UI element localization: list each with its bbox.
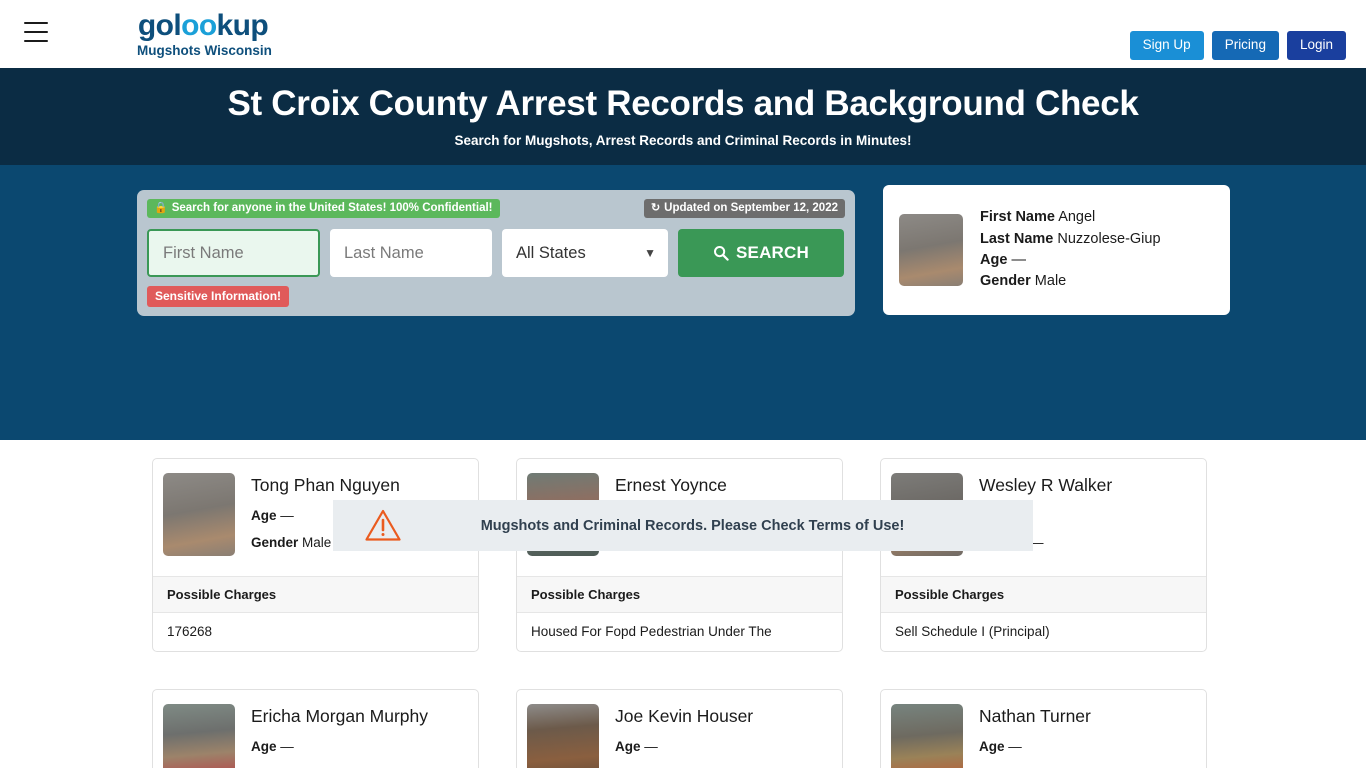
age-value: — [1008, 739, 1022, 755]
featured-last-name-value: Nuzzolese-Giup [1057, 230, 1161, 247]
featured-last-name-row: Last Name Nuzzolese-Giup [980, 229, 1161, 250]
logo-text-pre: gol [137, 9, 182, 42]
person-age: Age — [251, 739, 428, 754]
result-card-header: Nathan Turner Age — Gender Male [881, 690, 1206, 768]
possible-charges-header: Possible Charges [153, 576, 478, 614]
hero-search-band: 🔒 Search for anyone in the United States… [0, 165, 1366, 551]
hamburger-line [24, 40, 48, 42]
possible-charges-header: Possible Charges [881, 576, 1206, 614]
page-title: St Croix County Arrest Records and Backg… [227, 84, 1139, 124]
featured-age-label: Age [980, 252, 1008, 268]
result-card[interactable]: Joe Kevin Houser Age — Gender — Possible… [516, 689, 843, 768]
result-card[interactable]: Nathan Turner Age — Gender Male Possible… [880, 689, 1207, 768]
featured-last-name-label: Last Name [980, 230, 1054, 247]
mugshot-image [163, 473, 235, 556]
first-name-input[interactable] [147, 229, 320, 277]
hero-title-band: St Croix County Arrest Records and Backg… [0, 68, 1366, 165]
gender-value: Male [302, 535, 332, 551]
person-name: Wesley R Walker [979, 475, 1113, 495]
featured-person-details: First Name Angel Last Name Nuzzolese-Giu… [980, 207, 1161, 293]
featured-first-name-label: First Name [980, 209, 1055, 226]
refresh-icon: ↻ [650, 202, 661, 215]
age-label: Age [251, 508, 277, 524]
result-card[interactable]: Tong Phan Nguyen Age — Gender Male Possi… [152, 458, 479, 653]
result-card[interactable]: Ericha Morgan Murphy Age — Gender — Poss… [152, 689, 479, 768]
person-name: Joe Kevin Houser [615, 706, 754, 727]
featured-person-card[interactable]: First Name Angel Last Name Nuzzolese-Giu… [883, 185, 1230, 315]
page-subtitle: Search for Mugshots, Arrest Records and … [454, 132, 912, 148]
featured-gender-label: Gender [980, 273, 1031, 290]
featured-age-value: — [1011, 252, 1026, 268]
possible-charges-value: 176268 [167, 624, 213, 640]
terms-warning-strip: Mugshots and Criminal Records. Please Ch… [333, 500, 1033, 551]
age-value: — [280, 739, 294, 755]
login-button[interactable]: Login [1286, 31, 1346, 61]
updated-badge: ↻ Updated on September 12, 2022 [643, 199, 845, 218]
possible-charges-header: Possible Charges [517, 576, 842, 614]
result-card[interactable]: Wesley R Walker Age — Gender — Possible … [880, 458, 1207, 653]
person-name: Ericha Morgan Murphy [251, 706, 429, 727]
pricing-button[interactable]: Pricing [1211, 31, 1279, 61]
hamburger-line [24, 31, 48, 33]
mugshot-image [891, 704, 963, 768]
person-age: Age — [979, 739, 1091, 754]
logo-wordmark: golookup [137, 11, 269, 41]
featured-age-row: Age — [980, 250, 1161, 271]
featured-first-name-value: Angel [1058, 209, 1096, 226]
signup-button[interactable]: Sign Up [1129, 31, 1204, 61]
featured-gender-row: Gender Male [980, 271, 1161, 292]
updated-badge-label: Updated on September 12, 2022 [664, 202, 838, 214]
age-label: Age [979, 739, 1005, 755]
result-card-header: Joe Kevin Houser Age — Gender — [517, 690, 842, 768]
gender-label: Gender [251, 535, 299, 551]
result-card[interactable]: Ernest Yoynce Age — Gender — Possible Ch… [516, 458, 843, 653]
age-value: — [280, 508, 294, 524]
mugshot-image [527, 704, 599, 768]
search-panel-badges: 🔒 Search for anyone in the United States… [147, 199, 845, 219]
logo-text-post: kup [216, 9, 269, 42]
magnifier-icon [714, 246, 729, 261]
result-person-info: Joe Kevin Houser Age — Gender — [615, 704, 753, 768]
logo-lens-icon: oo [181, 9, 217, 42]
sensitive-badge-row: Sensitive Information! [147, 286, 845, 308]
state-select[interactable]: All States [502, 229, 668, 277]
mugshot-image [163, 704, 235, 768]
lock-icon: 🔒 [154, 202, 168, 215]
search-button-label: SEARCH [736, 243, 809, 262]
state-select-wrapper: All States ▼ [502, 229, 668, 277]
person-name: Tong Phan Nguyen [251, 475, 400, 495]
possible-charges-value: Housed For Fopd Pedestrian Under The [531, 624, 772, 640]
possible-charges-value: Sell Schedule I (Principal) [895, 624, 1050, 640]
sensitive-information-badge: Sensitive Information! [147, 286, 290, 308]
results-section: Tong Phan Nguyen Age — Gender Male Possi… [0, 440, 1366, 768]
search-form: All States ▼ SEARCH [147, 229, 845, 277]
logo-subtitle: Mugshots Wisconsin [137, 43, 272, 58]
last-name-input[interactable] [330, 229, 492, 277]
featured-first-name-row: First Name Angel [980, 207, 1161, 228]
result-person-info: Ericha Morgan Murphy Age — Gender — [251, 704, 428, 768]
featured-mugshot-image [899, 214, 963, 286]
person-name: Nathan Turner [979, 706, 1091, 727]
top-bar: golookup Mugshots Wisconsin Sign Up Pric… [0, 0, 1366, 68]
search-button[interactable]: SEARCH [678, 229, 844, 277]
brand-logo[interactable]: golookup Mugshots Wisconsin [137, 11, 272, 58]
age-label: Age [251, 739, 277, 755]
terms-warning-text: Mugshots and Criminal Records. Please Ch… [480, 517, 905, 534]
result-person-info: Nathan Turner Age — Gender Male [979, 704, 1091, 768]
search-panel: 🔒 Search for anyone in the United States… [137, 190, 855, 316]
top-navigation: Sign Up Pricing Login [1129, 31, 1346, 61]
result-card-header: Ericha Morgan Murphy Age — Gender — [153, 690, 478, 768]
person-name: Ernest Yoynce [615, 475, 727, 495]
age-value: — [644, 739, 658, 755]
hamburger-menu-icon[interactable] [24, 22, 48, 42]
age-label: Age [615, 739, 641, 755]
hamburger-line [24, 22, 48, 24]
confidential-badge-label: Search for anyone in the United States! … [171, 202, 493, 214]
confidential-badge: 🔒 Search for anyone in the United States… [147, 199, 500, 218]
alert-triangle-icon [362, 507, 404, 545]
person-age: Age — [615, 739, 753, 754]
featured-gender-value: Male [1034, 273, 1067, 290]
